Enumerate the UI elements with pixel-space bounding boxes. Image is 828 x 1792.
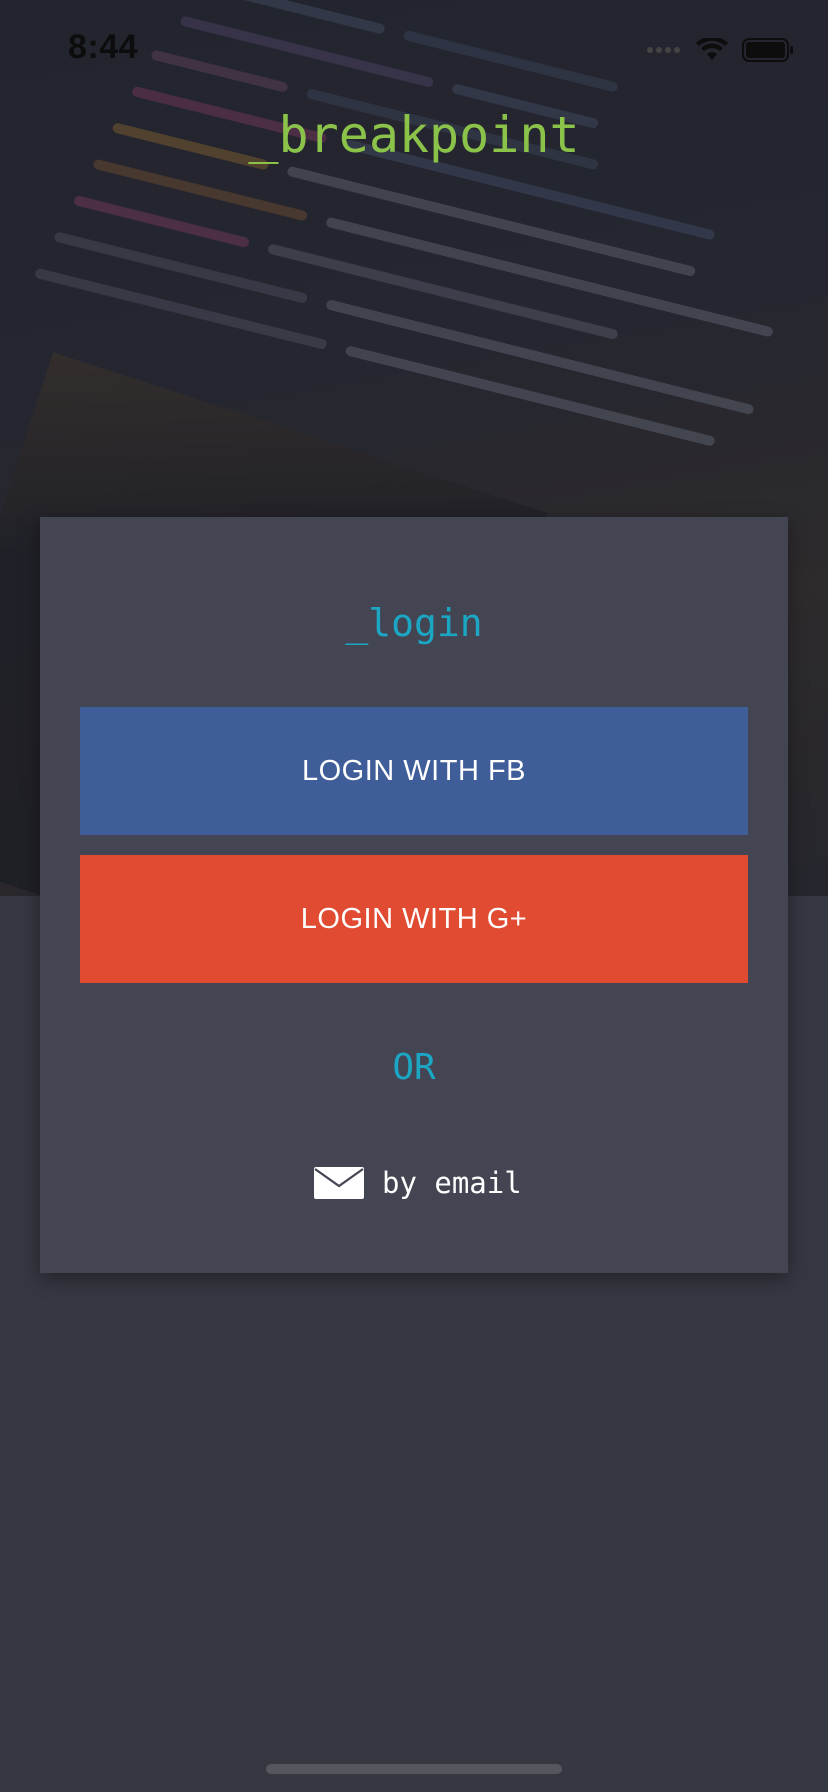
status-bar: 8:44	[0, 0, 828, 100]
battery-icon	[742, 38, 793, 62]
login-with-facebook-button[interactable]: LOGIN WITH FB	[80, 707, 748, 835]
signal-icon	[647, 47, 680, 53]
login-title: _login	[345, 601, 483, 645]
login-with-facebook-label: LOGIN WITH FB	[302, 754, 526, 787]
login-by-email-link[interactable]: by email	[314, 1163, 522, 1203]
login-by-email-label: by email	[382, 1166, 522, 1200]
login-card: _login LOGIN WITH FB LOGIN WITH G+ OR by…	[40, 517, 788, 1273]
status-time: 8:44	[68, 28, 139, 66]
login-with-google-button[interactable]: LOGIN WITH G+	[80, 855, 748, 983]
wifi-icon	[696, 38, 728, 60]
login-with-google-label: LOGIN WITH G+	[300, 902, 528, 935]
envelope-icon	[314, 1167, 364, 1199]
or-divider-label: OR	[392, 1047, 436, 1088]
app-brand-title: _breakpoint	[248, 106, 580, 164]
home-indicator[interactable]	[266, 1764, 562, 1774]
status-icons	[646, 36, 794, 64]
